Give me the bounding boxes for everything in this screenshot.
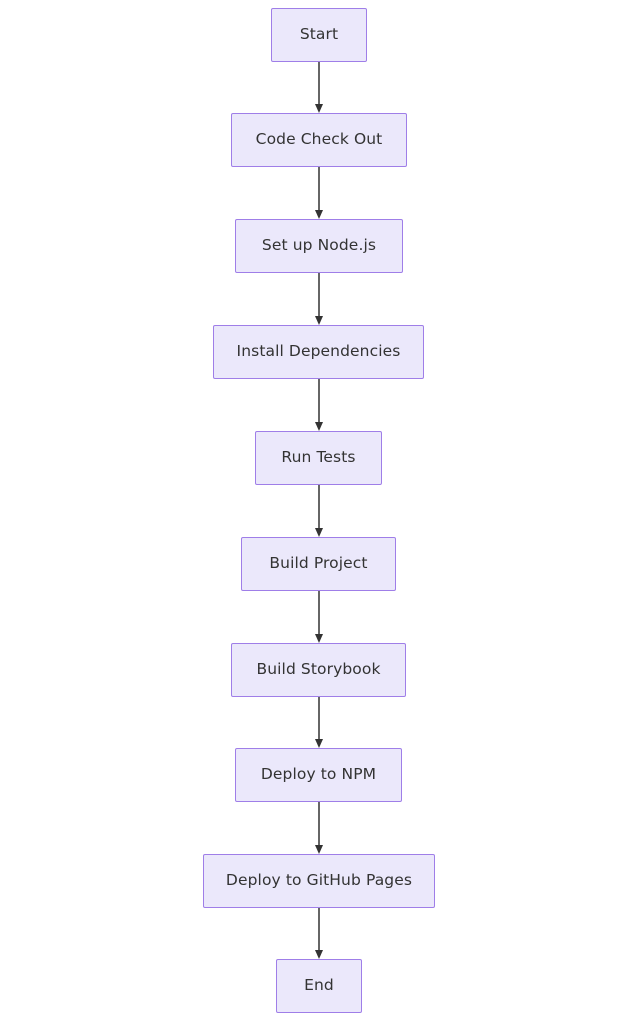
flowchart-node-label: Build Storybook [256,660,381,679]
flowchart-canvas: Start Code Check Out Set up Node.js Install… [0,0,638,1022]
flowchart-node-label: Run Tests [281,448,356,467]
flowchart-node-label: Code Check Out [255,130,383,149]
flowchart-node-start[interactable]: Start [271,8,367,62]
flowchart-node-label: Build Project [269,554,368,573]
flowchart-node-ghpages[interactable]: Deploy to GitHub Pages [203,854,435,908]
flowchart-node-label: Deploy to GitHub Pages [225,871,413,890]
flowchart-node-npm[interactable]: Deploy to NPM [235,748,402,802]
flowchart-node-install[interactable]: Install Dependencies [213,325,424,379]
flowchart-node-label: Start [299,25,339,44]
flowchart-node-build[interactable]: Build Project [241,537,396,591]
flowchart-node-label: Install Dependencies [236,342,401,361]
flowchart-node-checkout[interactable]: Code Check Out [231,113,407,167]
flowchart-node-tests[interactable]: Run Tests [255,431,382,485]
flowchart-node-end[interactable]: End [276,959,362,1013]
flowchart-node-label: Set up Node.js [261,236,377,255]
flowchart-node-label: End [304,976,334,995]
flowchart-node-storybook[interactable]: Build Storybook [231,643,406,697]
flowchart-node-setupnode[interactable]: Set up Node.js [235,219,403,273]
flowchart-node-label: Deploy to NPM [260,765,377,784]
